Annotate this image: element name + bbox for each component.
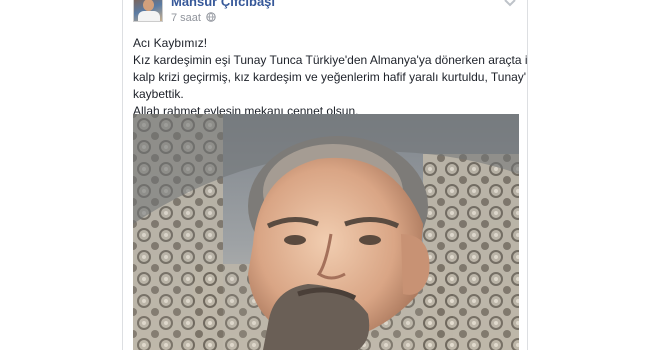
post-line: Acı Kaybımız! — [133, 36, 208, 50]
post-line: kaybettik. — [133, 87, 184, 101]
globe-icon — [206, 12, 216, 25]
author-avatar[interactable] — [133, 0, 163, 22]
post-card: Mansur Çifcibaşı 7 saat Acı Kaybımız! Kı… — [122, 0, 528, 350]
post-line: Kız kardeşimin eşi Tunay Tunca Türkiye'd… — [133, 53, 528, 67]
post-meta: 7 saat — [171, 12, 216, 25]
post-line: kalp krizi geçirmiş, kız kardeşim ve yeğ… — [133, 70, 528, 84]
post-timestamp[interactable]: 7 saat — [171, 12, 201, 24]
post-text: Acı Kaybımız! Kız kardeşimin eşi Tunay T… — [133, 35, 528, 120]
post-photo[interactable] — [133, 114, 519, 350]
author-name-link[interactable]: Mansur Çifcibaşı — [171, 0, 275, 9]
chevron-down-icon[interactable] — [503, 0, 517, 8]
